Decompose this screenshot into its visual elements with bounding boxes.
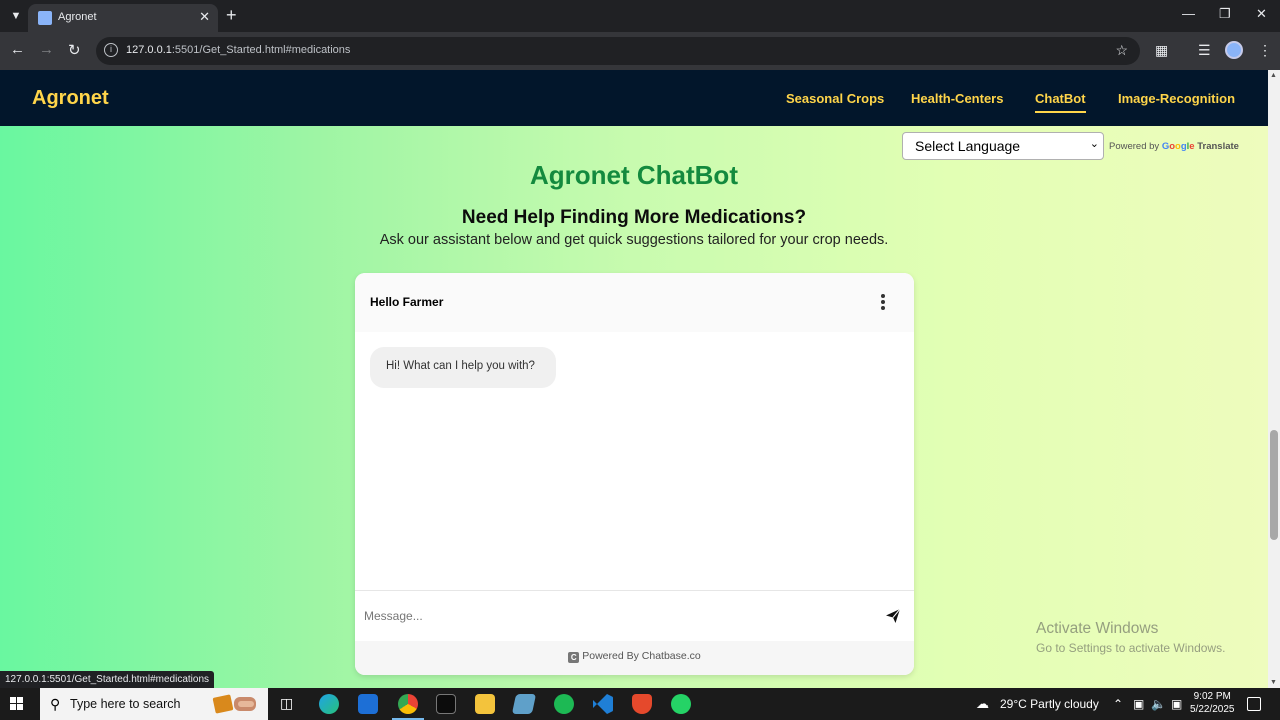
nav-link-health-centers[interactable]: Health-Centers	[911, 91, 1003, 106]
spotify-icon[interactable]	[554, 694, 574, 714]
profile-avatar-icon[interactable]	[1225, 41, 1243, 59]
language-select-value: Select Language	[915, 138, 1021, 154]
site-brand-logo[interactable]: Agronet	[32, 87, 109, 110]
tray-device-icon[interactable]: ▣	[1133, 697, 1144, 711]
media-controls-icon[interactable]: ☰	[1198, 42, 1211, 59]
address-bar[interactable]: i 127.0.0.1:5501/Get_Started.html#medica…	[96, 37, 1140, 65]
scroll-down-arrow-icon[interactable]: ▼	[1270, 679, 1277, 686]
vscode-icon[interactable]	[593, 694, 613, 714]
taskbar-search-placeholder: Type here to search	[70, 697, 181, 711]
office-app-icon[interactable]	[632, 694, 652, 714]
tray-chevron-up-icon[interactable]: ⌃	[1113, 697, 1123, 711]
file-explorer-icon[interactable]	[475, 694, 495, 714]
new-tab-plus-icon[interactable]: +	[226, 5, 237, 25]
taskbar-search-box[interactable]: ⚲ Type here to search	[40, 688, 268, 720]
reload-icon[interactable]: ↻	[68, 41, 81, 59]
dropdown-chevron-icon: ⌄	[1089, 138, 1099, 150]
microsoft-store-icon[interactable]	[358, 694, 378, 714]
site-info-icon[interactable]: i	[104, 43, 118, 57]
link-status-bubble: 127.0.0.1:5501/Get_Started.html#medicati…	[0, 671, 215, 688]
notes-app-icon[interactable]	[511, 694, 537, 714]
whatsapp-icon[interactable]	[671, 694, 691, 714]
forward-arrow-icon[interactable]: →	[39, 41, 54, 58]
bookmark-star-icon[interactable]: ☆	[1115, 42, 1128, 59]
page-scrollbar[interactable]: ▲ ▼	[1268, 70, 1280, 688]
browser-tab-strip: ▼ Agronet ✕ + — ❐ ✕	[0, 0, 1280, 32]
bot-message-bubble: Hi! What can I help you with?	[370, 347, 556, 388]
activate-windows-watermark: Activate Windows Go to Settings to activ…	[1036, 620, 1226, 655]
edge-browser-icon[interactable]	[319, 694, 339, 714]
nav-link-seasonal-crops[interactable]: Seasonal Crops	[786, 91, 884, 106]
back-arrow-icon[interactable]: ←	[10, 41, 25, 58]
browser-toolbar: ← → ↻ i 127.0.0.1:5501/Get_Started.html#…	[0, 32, 1280, 70]
minimize-icon[interactable]: —	[1182, 6, 1195, 21]
tab-close-icon[interactable]: ✕	[199, 9, 210, 25]
task-view-icon[interactable]: ◫	[280, 695, 293, 712]
message-input[interactable]	[364, 605, 864, 627]
chatbot-section-title: Agronet ChatBot	[530, 160, 738, 190]
scroll-up-arrow-icon[interactable]: ▲	[1270, 72, 1277, 79]
tab-title: Agronet	[58, 11, 97, 23]
webpage: Agronet Seasonal Crops Health-Centers Ch…	[0, 70, 1268, 688]
window-close-icon[interactable]: ✕	[1256, 6, 1267, 22]
extensions-puzzle-icon[interactable]: ▦	[1155, 42, 1168, 59]
scroll-thumb[interactable]	[1270, 430, 1278, 540]
terminal-icon[interactable]	[436, 694, 456, 714]
site-favicon-icon	[38, 11, 52, 25]
tab-search-chevron-icon[interactable]: ▼	[6, 6, 26, 26]
divider	[355, 590, 914, 591]
chatbot-widget: Hello Farmer Hi! What can I help you wit…	[355, 273, 914, 675]
search-highlight-art-icon	[212, 694, 256, 714]
windows-taskbar: ⚲ Type here to search ◫ ☁ 29°C Partly cl…	[0, 688, 1280, 720]
chat-options-kebab-icon[interactable]	[875, 293, 891, 311]
send-paper-plane-icon[interactable]	[885, 608, 901, 624]
medications-heading: Need Help Finding More Medications?	[461, 207, 807, 228]
nav-link-image-recognition[interactable]: Image-Recognition	[1118, 91, 1235, 106]
system-clock[interactable]: 9:02 PM 5/22/2025	[1190, 690, 1235, 716]
chat-header: Hello Farmer	[355, 273, 914, 332]
google-logo[interactable]: Google	[1162, 141, 1195, 152]
chrome-browser-icon[interactable]	[392, 694, 424, 720]
chat-footer: C Powered By Chatbase.co	[355, 641, 914, 675]
network-icon[interactable]: ▣	[1171, 697, 1182, 711]
address-url[interactable]: 127.0.0.1:5501/Get_Started.html#medicati…	[126, 44, 350, 56]
chat-header-title: Hello Farmer	[370, 295, 444, 309]
chatbase-attribution[interactable]: Powered By Chatbase.co	[582, 650, 700, 662]
medications-subtitle: Ask our assistant below and get quick su…	[379, 232, 889, 248]
volume-muted-icon[interactable]: 🔈	[1151, 697, 1166, 711]
site-navbar: Agronet Seasonal Crops Health-Centers Ch…	[0, 70, 1268, 126]
search-magnifier-icon: ⚲	[50, 696, 61, 712]
weather-cloud-icon[interactable]: ☁	[976, 696, 989, 712]
nav-link-chatbot[interactable]: ChatBot	[1035, 91, 1086, 113]
windows-start-icon[interactable]	[10, 697, 24, 711]
notification-center-icon[interactable]	[1247, 697, 1261, 711]
browser-tab[interactable]: Agronet ✕	[28, 4, 218, 32]
chrome-menu-kebab-icon[interactable]: ⋮	[1258, 42, 1272, 59]
weather-text[interactable]: 29°C Partly cloudy	[1000, 697, 1099, 711]
google-translate-attribution: Powered by Google Translate	[1109, 141, 1239, 152]
language-select[interactable]: Select Language ⌄	[902, 132, 1104, 160]
chatbase-logo-icon: C	[568, 652, 580, 663]
restore-icon[interactable]: ❐	[1219, 6, 1231, 22]
